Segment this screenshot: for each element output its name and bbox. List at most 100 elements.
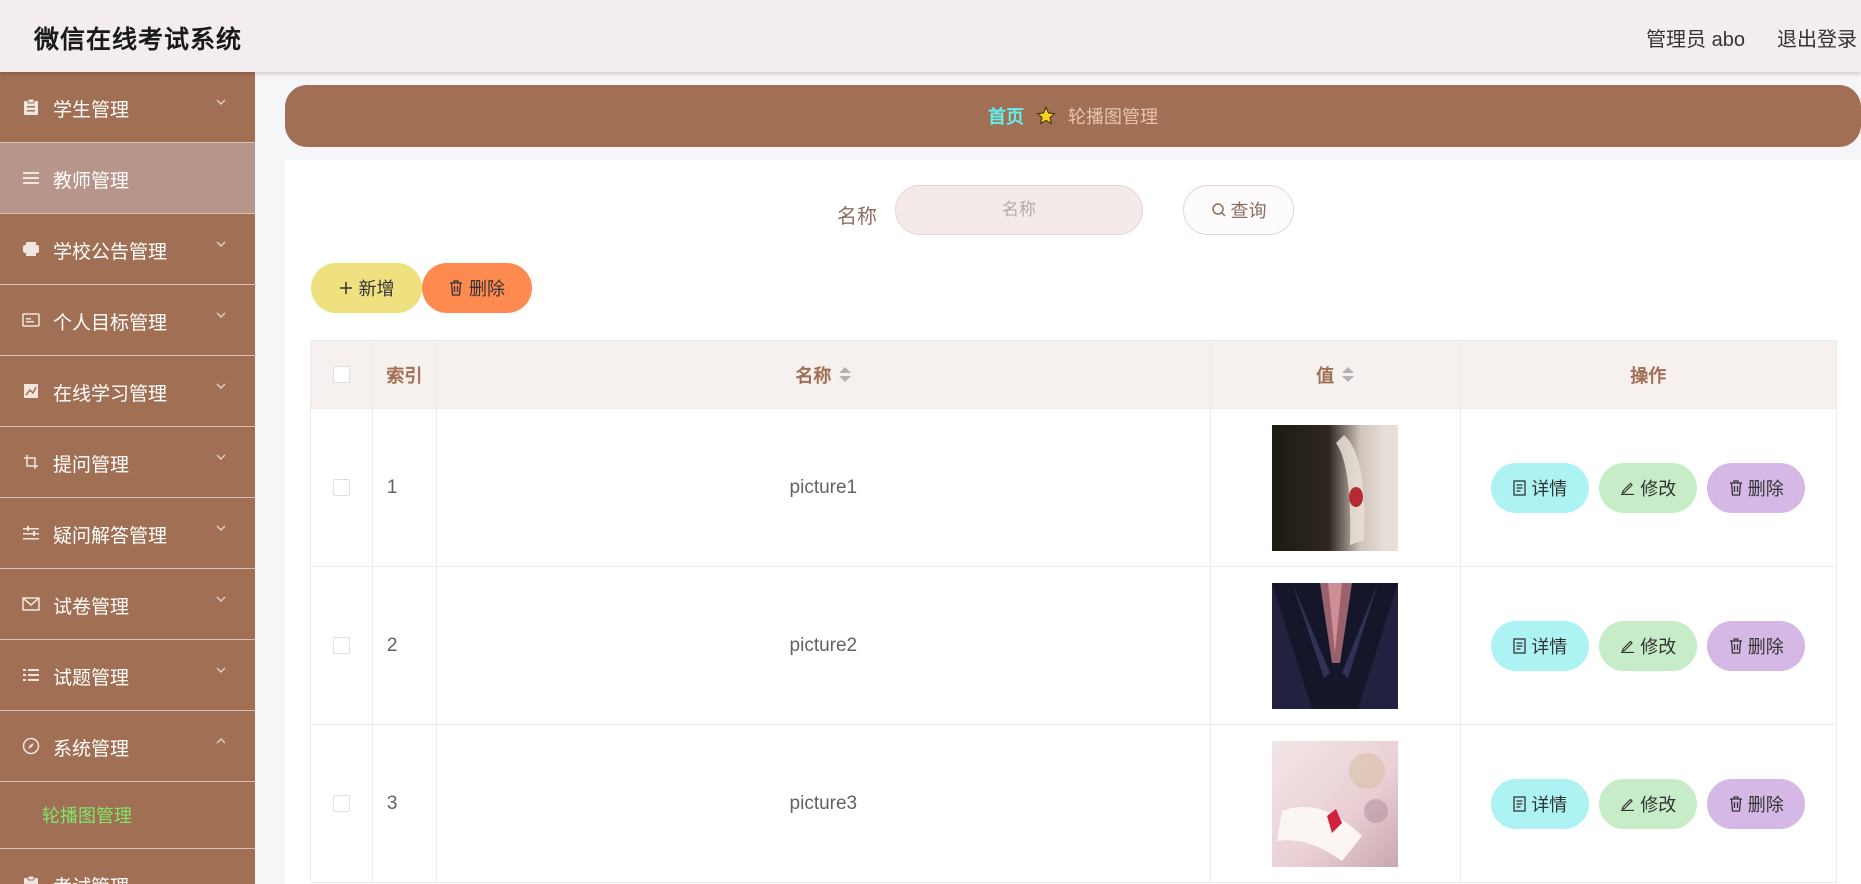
sidebar-item-system[interactable]: 系统管理 [0, 711, 255, 782]
edit-button-label: 修改 [1640, 478, 1677, 499]
header-operations: 操作 [1630, 365, 1667, 386]
sort-icon[interactable] [1342, 367, 1355, 382]
thumbnail-image[interactable] [1272, 424, 1399, 551]
sidebar-item-teachers[interactable]: 教师管理 [0, 143, 255, 214]
chevron-down-icon [216, 667, 226, 673]
sidebar-item-exams[interactable]: 考试管理 [0, 849, 255, 884]
chevron-down-icon [216, 596, 226, 602]
edit-button[interactable]: 修改 [1599, 778, 1698, 829]
sidebar-item-online-learning[interactable]: 在线学习管理 [0, 356, 255, 427]
chevron-down-icon [216, 383, 226, 389]
trash-icon [1729, 637, 1742, 654]
breadcrumb-home[interactable]: 首页 [988, 103, 1024, 129]
sidebar-item-questions[interactable]: 提问管理 [0, 427, 255, 498]
logout-link[interactable]: 退出登录 [1777, 23, 1857, 52]
thumbnail-image[interactable] [1272, 740, 1399, 867]
batch-delete-button[interactable]: 删除 [422, 263, 532, 313]
chevron-down-icon [216, 99, 226, 105]
trash-icon [1729, 795, 1742, 812]
chart-icon [22, 382, 40, 400]
add-button-label: 新增 [358, 279, 395, 299]
sidebar-item-label: 学生管理 [53, 100, 130, 121]
list-icon [22, 169, 40, 187]
document-icon [1513, 795, 1526, 812]
batch-delete-label: 删除 [469, 279, 505, 299]
row-actions: 详情 修改 删除 [1461, 725, 1837, 882]
sidebar: 学生管理 教师管理 学校公告管理 个人目标管理 在线学习管理 提问管理 疑问解答… [0, 72, 255, 884]
add-button[interactable]: 新增 [311, 263, 422, 313]
row-check-cell [311, 409, 373, 566]
select-all-cell [311, 341, 373, 408]
edit-button[interactable]: 修改 [1599, 462, 1698, 513]
row-value [1211, 725, 1461, 882]
delete-button[interactable]: 删除 [1707, 462, 1806, 513]
row-index: 1 [373, 409, 437, 566]
search-input[interactable] [895, 185, 1143, 235]
document-icon [1513, 479, 1526, 496]
sidebar-item-label: 系统管理 [53, 739, 130, 760]
sidebar-item-papers[interactable]: 试卷管理 [0, 569, 255, 640]
sidebar-item-announcements[interactable]: 学校公告管理 [0, 214, 255, 285]
breadcrumb-current: 轮播图管理 [1068, 107, 1158, 127]
chevron-up-icon [216, 738, 226, 744]
edit-button[interactable]: 修改 [1599, 620, 1698, 671]
delete-button[interactable]: 删除 [1707, 778, 1806, 829]
search-button-label: 查询 [1230, 201, 1267, 221]
row-value [1211, 567, 1461, 724]
delete-button[interactable]: 删除 [1707, 620, 1806, 671]
header-value[interactable]: 值 [1211, 341, 1461, 408]
chevron-down-icon [216, 454, 226, 460]
detail-button-label: 详情 [1531, 636, 1568, 657]
detail-button-label: 详情 [1531, 478, 1568, 499]
row-name: picture1 [437, 409, 1211, 566]
content-panel: 名称 查询 新增 删除 索引 名称 值 操作 1 picture1 [285, 160, 1861, 884]
row-actions: 详情 修改 删除 [1461, 409, 1837, 566]
sidebar-item-label: 教师管理 [53, 171, 130, 192]
sidebar-item-label: 个人目标管理 [53, 313, 168, 334]
trash-icon [1729, 479, 1742, 496]
row-checkbox[interactable] [332, 637, 350, 654]
edit-button-label: 修改 [1640, 794, 1677, 815]
star-icon [1036, 106, 1056, 125]
thumbnail-image[interactable] [1272, 582, 1399, 709]
sidebar-item-students[interactable]: 学生管理 [0, 72, 255, 143]
search-button[interactable]: 查询 [1183, 185, 1294, 235]
row-checkbox[interactable] [332, 795, 350, 812]
sidebar-item-label: 试题管理 [53, 668, 130, 689]
row-checkbox[interactable] [332, 479, 350, 496]
document-icon [1513, 637, 1526, 654]
row-value [1211, 409, 1461, 566]
header-name-label: 名称 [795, 365, 832, 386]
sidebar-item-personal-goals[interactable]: 个人目标管理 [0, 285, 255, 356]
detail-button[interactable]: 详情 [1491, 462, 1590, 513]
card-icon [22, 311, 40, 329]
sidebar-item-label: 提问管理 [53, 455, 130, 476]
search-icon [1211, 203, 1226, 217]
sidebar-item-exam-questions[interactable]: 试题管理 [0, 640, 255, 711]
select-all-checkbox[interactable] [332, 366, 350, 383]
delete-button-label: 删除 [1747, 636, 1784, 657]
row-check-cell [311, 725, 373, 882]
trash-icon [450, 280, 462, 296]
detail-button[interactable]: 详情 [1491, 620, 1590, 671]
detail-button[interactable]: 详情 [1491, 778, 1590, 829]
sidebar-item-label: 考试管理 [53, 872, 129, 884]
chevron-down-icon [216, 312, 226, 318]
table-row: 3 picture3 详情 修改 删除 [311, 725, 1836, 883]
detail-button-label: 详情 [1531, 794, 1568, 815]
sort-icon[interactable] [839, 367, 852, 382]
sidebar-subitem-carousel[interactable]: 轮播图管理 [0, 782, 255, 849]
list-icon [22, 666, 40, 684]
sidebar-item-label: 试卷管理 [53, 597, 130, 618]
delete-button-label: 删除 [1747, 794, 1784, 815]
crop-icon [22, 453, 40, 471]
header-name[interactable]: 名称 [437, 341, 1211, 408]
breadcrumb: 首页 轮播图管理 [285, 85, 1861, 147]
table-row: 2 picture2 详情 修改 删除 [311, 567, 1836, 725]
printer-icon [22, 240, 40, 258]
row-actions: 详情 修改 删除 [1461, 567, 1837, 724]
current-user: 管理员 abo [1646, 29, 1745, 51]
sidebar-item-answers[interactable]: 疑问解答管理 [0, 498, 255, 569]
sliders-icon [22, 524, 40, 542]
row-check-cell [311, 567, 373, 724]
